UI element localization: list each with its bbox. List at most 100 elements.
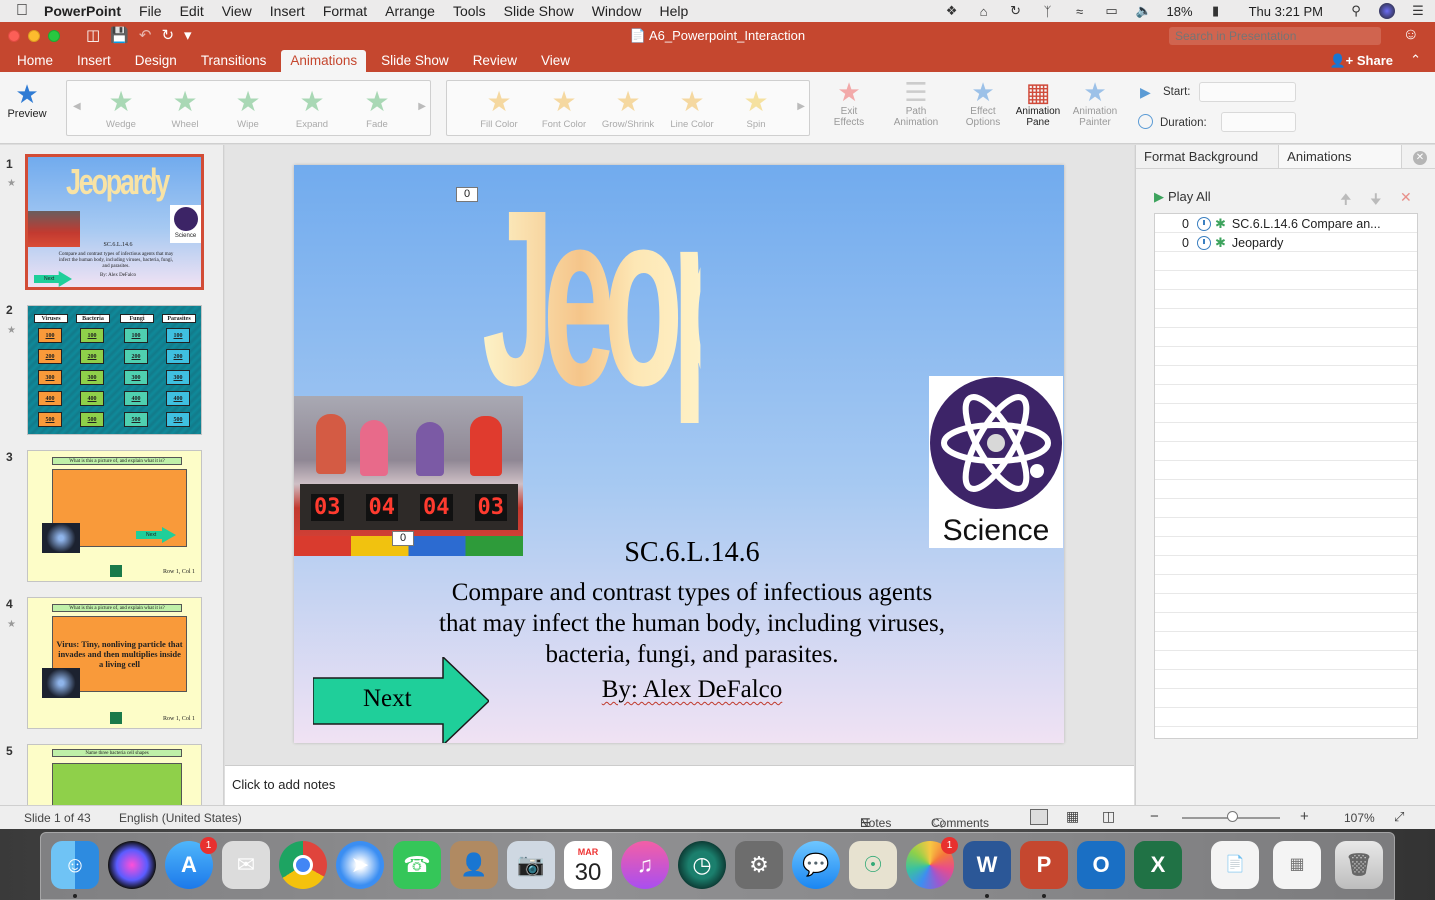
animation-pane-button[interactable]: ▦ Animation Pane	[1010, 78, 1066, 128]
slide-thumbnail-1[interactable]: Jeopardy Science SC.6.L.14.6 Compare and…	[25, 154, 204, 290]
tab-review[interactable]: Review	[464, 50, 526, 72]
tab-animations[interactable]: Animations	[281, 50, 367, 72]
tab-format-background[interactable]: Format Background	[1136, 145, 1266, 168]
notes-area[interactable]: Click to add notes	[225, 765, 1134, 805]
preview-icon[interactable]: 📷	[507, 841, 555, 889]
gallery-right-arrow[interactable]: ▶	[418, 101, 426, 112]
photos-icon[interactable]: 1	[906, 837, 958, 889]
collapse-ribbon-icon[interactable]: ⌃	[1410, 52, 1421, 68]
path-animation-button[interactable]: ☰ Path Animation	[886, 78, 946, 128]
dropbox-icon[interactable]: ❖	[943, 3, 961, 18]
slide-description[interactable]: Compare and contrast types of infectious…	[294, 577, 1064, 670]
zoom-in-icon[interactable]: +	[1300, 808, 1309, 825]
effect-expand[interactable]: ★ Expand	[282, 85, 342, 130]
volume-icon[interactable]: 🔈	[1135, 3, 1153, 18]
outlook-icon[interactable]: O	[1077, 841, 1125, 889]
play-all-button[interactable]: ▶ Play All	[1154, 189, 1211, 205]
mail-stamp-icon[interactable]: ✉	[222, 841, 270, 889]
zoom-level[interactable]: 107%	[1344, 811, 1375, 825]
presenter-view-icon[interactable]: ◫	[1102, 808, 1115, 825]
maps-icon[interactable]: ☉	[849, 841, 897, 889]
battery-icon[interactable]: ▮	[1207, 3, 1225, 18]
system-preferences-icon[interactable]: ⚙	[735, 841, 783, 889]
menu-tools[interactable]: Tools	[453, 3, 486, 19]
animation-order-marker[interactable]: 0	[456, 187, 478, 202]
chrome-icon[interactable]	[279, 841, 327, 889]
messages-icon[interactable]: 💬	[792, 841, 840, 889]
animation-list[interactable]: 0 ✱ SC.6.L.14.6 Compare an... 0 ✱ Jeopar…	[1154, 213, 1418, 739]
effect-fade[interactable]: ★ Fade	[347, 85, 407, 130]
slide-standard-code[interactable]: SC.6.L.14.6	[294, 537, 1064, 569]
animation-painter-button[interactable]: ★ Animation Painter	[1066, 78, 1124, 128]
menu-help[interactable]: Help	[660, 3, 689, 19]
home-icon[interactable]: ⌂	[975, 4, 993, 19]
itunes-icon[interactable]: ♫	[621, 841, 669, 889]
animation-item[interactable]: 0 ✱ Jeopardy	[1155, 233, 1417, 252]
search-presentation-input[interactable]	[1169, 27, 1381, 45]
word-document-icon[interactable]: 📄	[1211, 841, 1259, 889]
app-store-icon[interactable]: A1	[165, 837, 217, 889]
start-select[interactable]	[1199, 82, 1296, 102]
spotlight-icon[interactable]: ⚲	[1347, 3, 1365, 18]
tab-transitions[interactable]: Transitions	[192, 50, 276, 72]
tab-animations-pane[interactable]: Animations	[1278, 145, 1403, 168]
slide-thumbnail-3[interactable]: What is this a picture of, and explain w…	[27, 450, 202, 582]
menu-window[interactable]: Window	[592, 3, 642, 19]
current-slide[interactable]: Jeopardy 0 03 04 04 03 0 Science SC.6.L.…	[294, 165, 1064, 743]
tab-slide-show[interactable]: Slide Show	[372, 50, 458, 72]
menu-file[interactable]: File	[139, 3, 162, 19]
emphasis-right-arrow[interactable]: ▶	[797, 101, 805, 112]
tab-view[interactable]: View	[532, 50, 579, 72]
spreadsheet-document-icon[interactable]: ▦	[1273, 841, 1321, 889]
effect-spin[interactable]: ★ Spin	[726, 85, 786, 130]
exit-effects-button[interactable]: ★ Exit Effects	[822, 78, 876, 128]
science-logo[interactable]: Science	[929, 376, 1063, 548]
notification-center-icon[interactable]: ☰	[1409, 3, 1427, 18]
close-pane-icon[interactable]: ✕	[1413, 151, 1427, 165]
remove-animation-icon[interactable]: ✕	[1400, 189, 1412, 206]
contacts-icon[interactable]: 👤	[450, 841, 498, 889]
effect-line-color[interactable]: ★ Line Color	[662, 85, 722, 130]
effect-options-button[interactable]: ★ Effect Options	[955, 78, 1011, 128]
gallery-left-arrow[interactable]: ◀	[73, 101, 81, 112]
trash-icon[interactable]: 🗑	[1335, 841, 1383, 889]
language-indicator[interactable]: English (United States)	[119, 811, 242, 825]
effect-fill-color[interactable]: ★ Fill Color	[469, 85, 529, 130]
preview-button[interactable]: ★ Preview	[4, 80, 50, 120]
slide-title-jeopardy[interactable]: Jeopardy	[482, 173, 980, 423]
normal-view-icon[interactable]	[1030, 809, 1048, 825]
menu-view[interactable]: View	[222, 3, 252, 19]
menu-insert[interactable]: Insert	[270, 3, 305, 19]
effect-wipe[interactable]: ★ Wipe	[218, 85, 278, 130]
calendar-icon[interactable]: MAR 30	[564, 841, 612, 889]
move-down-icon[interactable]: 🠋	[1370, 189, 1382, 213]
time-machine-icon[interactable]: ↻	[1007, 3, 1025, 18]
slide-thumbnail-4[interactable]: What is this a picture of, and explain w…	[27, 597, 202, 729]
menu-format[interactable]: Format	[323, 3, 367, 19]
apple-menu-icon[interactable]: 	[0, 2, 44, 20]
airplay-icon[interactable]: ▭	[1103, 3, 1121, 18]
menubar-clock[interactable]: Thu 3:21 PM	[1249, 4, 1323, 19]
excel-icon[interactable]: X	[1134, 841, 1182, 889]
effect-font-color[interactable]: ★ Font Color	[534, 85, 594, 130]
battery-percent[interactable]: 18%	[1167, 4, 1193, 19]
tab-home[interactable]: Home	[8, 50, 62, 72]
slide-sorter-icon[interactable]: ▦	[1066, 808, 1079, 825]
menu-slide-show[interactable]: Slide Show	[504, 3, 574, 19]
powerpoint-icon[interactable]: P	[1020, 841, 1068, 898]
slide-thumbnail-5[interactable]: Name three bacteria cell shapes	[27, 744, 202, 805]
tab-insert[interactable]: Insert	[68, 50, 120, 72]
effect-grow-shrink[interactable]: ★ Grow/Shrink	[598, 85, 658, 130]
time-machine-dock-icon[interactable]: ◷	[678, 841, 726, 889]
wifi-icon[interactable]: ≈	[1071, 4, 1089, 19]
zoom-out-icon[interactable]: −	[1150, 808, 1159, 825]
slide-editing-area[interactable]: Jeopardy 0 03 04 04 03 0 Science SC.6.L.…	[225, 145, 1134, 765]
feedback-smiley-icon[interactable]: ☺	[1403, 26, 1419, 44]
facetime-icon[interactable]: ☎	[393, 841, 441, 889]
slide-thumbnail-pane[interactable]: 1 ★ Jeopardy Science SC.6.L.14.6 Compare…	[0, 145, 224, 805]
share-button[interactable]: 👤+ Share	[1329, 53, 1393, 69]
effect-wheel[interactable]: ★ Wheel	[155, 85, 215, 130]
fit-to-window-icon[interactable]: ⤢	[1394, 809, 1404, 825]
siri-dock-icon[interactable]	[108, 841, 156, 889]
finder-icon[interactable]: ☺	[51, 841, 99, 898]
